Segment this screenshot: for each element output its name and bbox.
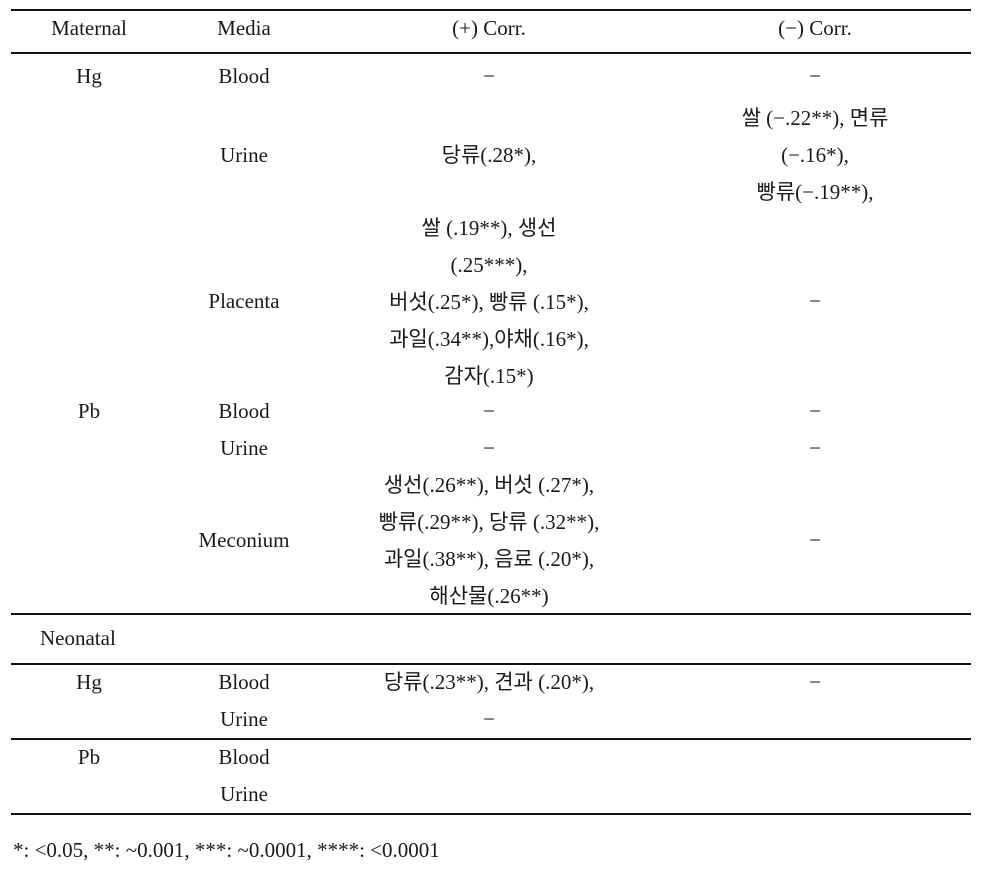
group-hg: Hg — [76, 670, 102, 694]
corr-line: 빵류(.29**), 당류 (.32**), — [378, 510, 600, 534]
corr-line: 쌀 (−.22**), 면류 — [741, 106, 889, 130]
corr-line: 과일(.34**),야채(.16*), — [389, 327, 589, 351]
pos-corr-cell: − — [483, 707, 495, 731]
media-blood: Blood — [218, 399, 270, 423]
pos-corr-cell: 당류(.23**), 견과 (.20*), — [383, 670, 595, 694]
header-positive-corr: (+) Corr. — [452, 16, 526, 40]
significance-footnote: *: <0.05, **: ~0.001, ***: ~0.0001, ****… — [13, 838, 440, 862]
pos-corr-cell: 생선(.26**), 버섯 (.27*), 빵류(.29**), 당류 (.32… — [330, 467, 648, 615]
group-neonatal: Neonatal — [40, 626, 116, 650]
media-blood: Blood — [218, 64, 270, 88]
neg-corr-cell: − — [809, 436, 821, 460]
corr-line: 과일(.38**), 음료 (.20*), — [383, 547, 595, 571]
neg-corr-cell: − — [809, 670, 821, 694]
header-media: Media — [217, 16, 271, 40]
pos-corr-cell: 당류(.28*), — [441, 143, 537, 167]
corr-line: 쌀 (.19**), 생선 — [421, 216, 557, 240]
pos-corr-cell: − — [483, 436, 495, 460]
corr-line: 감자(.15*) — [444, 364, 534, 388]
media-urine: Urine — [220, 143, 268, 167]
group-pb: Pb — [77, 745, 101, 769]
neg-corr-cell: − — [809, 528, 821, 552]
section-rule — [11, 613, 971, 615]
header-maternal: Maternal — [51, 16, 127, 40]
header-negative-corr: (−) Corr. — [778, 16, 852, 40]
media-urine: Urine — [220, 782, 268, 806]
corr-line: 해산물(.26**) — [429, 584, 549, 608]
media-blood: Blood — [218, 745, 270, 769]
media-meconium: Meconium — [198, 528, 290, 552]
corr-line: 생선(.26**), 버섯 (.27*), — [383, 473, 595, 497]
neg-corr-cell: 쌀 (−.22**), 면류 (−.16*), 빵류(−.19**), — [665, 100, 965, 211]
neg-corr-cell: − — [809, 399, 821, 423]
pos-corr-cell: − — [483, 64, 495, 88]
media-placenta: Placenta — [208, 289, 280, 313]
neg-corr-cell: − — [809, 289, 821, 313]
corr-line: (−.16*), — [781, 143, 849, 167]
row-group-rule — [11, 738, 971, 740]
header-rule — [11, 52, 971, 54]
corr-line: 버섯(.25*), 빵류 (.15*), — [389, 290, 589, 314]
table-bottom-rule — [11, 813, 971, 815]
pos-corr-cell: 쌀 (.19**), 생선 (.25***), 버섯(.25*), 빵류 (.1… — [330, 210, 648, 395]
media-urine: Urine — [220, 436, 268, 460]
neg-corr-cell: − — [809, 64, 821, 88]
group-hg: Hg — [76, 64, 102, 88]
group-pb: Pb — [77, 399, 101, 423]
corr-line: 빵류(−.19**), — [756, 180, 874, 204]
corr-line: (.25***), — [450, 253, 528, 277]
media-blood: Blood — [218, 670, 270, 694]
pos-corr-cell: − — [483, 399, 495, 423]
media-urine: Urine — [220, 707, 268, 731]
